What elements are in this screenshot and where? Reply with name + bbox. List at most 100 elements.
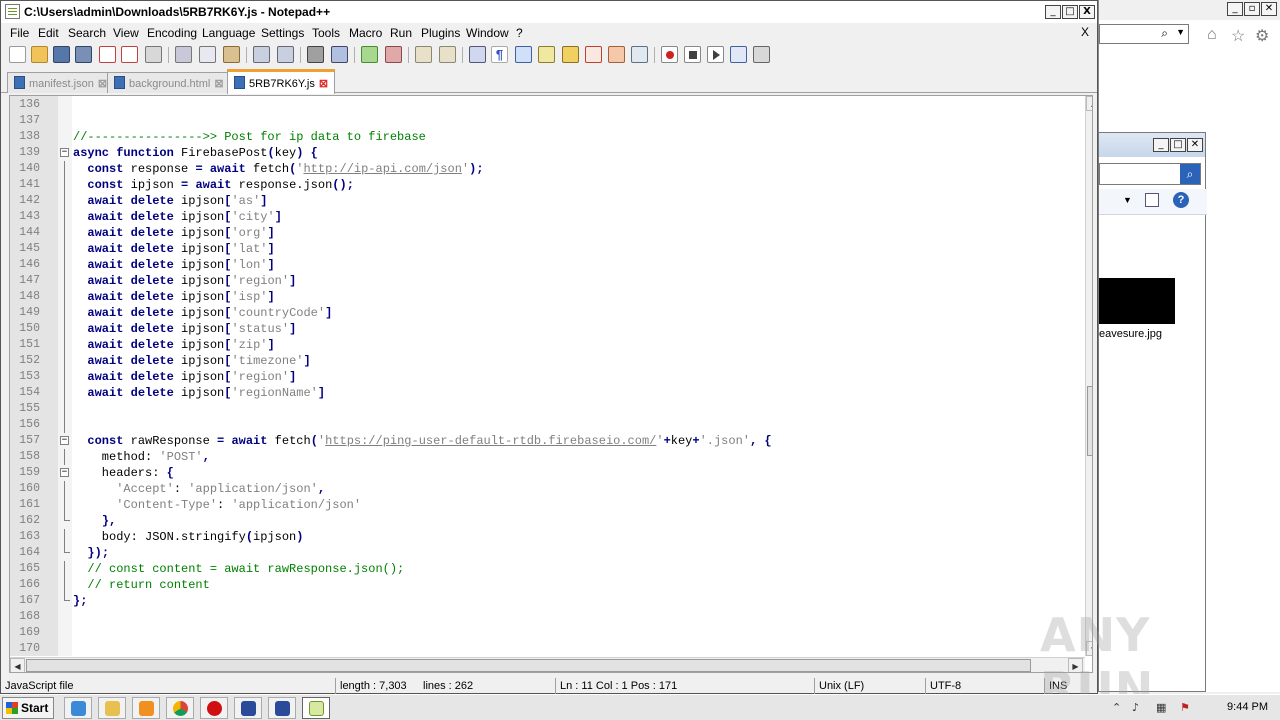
cut-icon[interactable] [175,46,192,63]
menu-run[interactable]: Run [390,26,412,40]
replace-icon[interactable] [331,46,348,63]
code-line[interactable]: 143 await delete ipjson['city'] [10,209,1078,225]
code-line[interactable]: 151 await delete ipjson['zip'] [10,337,1078,353]
indent-guide-icon[interactable] [515,46,532,63]
vertical-scroll-thumb[interactable] [1087,386,1092,456]
code-line[interactable]: 140 const response = await fetch('http:/… [10,161,1078,177]
taskbar-notepadpp[interactable] [302,697,330,719]
code-line[interactable]: 167}; [10,593,1078,609]
copy-icon[interactable] [199,46,216,63]
record-macro-icon[interactable] [661,46,678,63]
bg-explorer-minimize[interactable]: _ [1153,138,1169,152]
close-icon[interactable]: ⊠ [98,77,107,90]
menu-view[interactable]: View [113,26,139,40]
find-icon[interactable] [307,46,324,63]
show-all-chars-icon[interactable]: ¶ [491,46,508,63]
menu-search[interactable]: Search [68,26,106,40]
code-line[interactable]: 145 await delete ipjson['lat'] [10,241,1078,257]
playback-icon[interactable] [707,46,724,63]
taskbar-chrome[interactable] [166,697,194,719]
scroll-up-arrow[interactable]: ▲ [1086,96,1092,111]
bg-explorer-close[interactable]: ✕ [1187,138,1203,152]
taskbar-media-player[interactable] [132,697,160,719]
bg-address-bar[interactable]: ⌕ ▼ [1099,24,1189,44]
fold-toggle-icon[interactable]: − [60,436,69,445]
bg-explorer-maximize[interactable]: □ [1170,138,1186,152]
menu-settings[interactable]: Settings [261,26,304,40]
code-line[interactable]: 159 − headers: { [10,465,1078,481]
volume-icon[interactable]: ♪ [1132,701,1139,714]
code-line[interactable]: 147 await delete ipjson['region'] [10,273,1078,289]
code-editor[interactable]: 136 137 138 //---------------->> Post for i… [9,95,1093,673]
zoom-in-icon[interactable] [361,46,378,63]
code-line[interactable]: 165 // const content = await rawResponse… [10,561,1078,577]
bg-minimize-button[interactable]: _ [1227,2,1243,16]
undo-icon[interactable] [253,46,270,63]
menu-file[interactable]: File [10,26,29,40]
code-line[interactable]: 164 }); [10,545,1078,561]
network-icon[interactable]: ▦ [1156,701,1166,714]
menu-help[interactable]: ? [516,26,523,40]
open-file-icon[interactable] [31,46,48,63]
horizontal-scrollbar[interactable]: ◀ ▶ [10,657,1085,672]
code-line[interactable]: 157 − const rawResponse = await fetch('ht… [10,433,1078,449]
word-wrap-icon[interactable] [469,46,486,63]
close-all-icon[interactable] [121,46,138,63]
stop-record-icon[interactable] [684,46,701,63]
vertical-scrollbar[interactable]: ▲ ▼ [1085,96,1092,656]
taskbar-powershell-1[interactable] [234,697,262,719]
code-line[interactable]: 136 [10,97,1078,113]
menu-plugins[interactable]: Plugins [421,26,460,40]
code-line[interactable]: 163 body: JSON.stringify(ipjson) [10,529,1078,545]
maximize-button[interactable]: □ [1062,5,1078,19]
save-all-icon[interactable] [75,46,92,63]
code-line[interactable]: 169 [10,625,1078,641]
code-line[interactable]: 150 await delete ipjson['status'] [10,321,1078,337]
menu-language[interactable]: Language [202,26,255,40]
tray-chevron-icon[interactable]: ⌃ [1112,701,1121,714]
code-line[interactable]: 149 await delete ipjson['countryCode'] [10,305,1078,321]
code-line[interactable]: 152 await delete ipjson['timezone'] [10,353,1078,369]
menu-macro[interactable]: Macro [349,26,382,40]
menu-edit[interactable]: Edit [38,26,59,40]
chevron-down-icon[interactable]: ▼ [1123,195,1132,205]
code-line[interactable]: 168 [10,609,1078,625]
save-icon[interactable] [53,46,70,63]
print-icon[interactable] [145,46,162,63]
code-line[interactable]: 148 await delete ipjson['isp'] [10,289,1078,305]
menu-window[interactable]: Window [466,26,509,40]
sync-v-icon[interactable] [415,46,432,63]
code-line[interactable]: 153 await delete ipjson['region'] [10,369,1078,385]
close-icon[interactable] [99,46,116,63]
code-line[interactable]: 139 − async function FirebasePost(key) { [10,145,1078,161]
taskbar-powershell-2[interactable] [268,697,296,719]
zoom-out-icon[interactable] [385,46,402,63]
doc-map-icon[interactable] [538,46,555,63]
folder-workspace-icon[interactable] [585,46,602,63]
code-line[interactable]: 166 // return content [10,577,1078,593]
save-macro-icon[interactable] [753,46,770,63]
tab-background-html[interactable]: background.html ⊠ [107,72,231,93]
gear-icon[interactable]: ⚙ [1255,26,1269,46]
taskbar-explorer[interactable] [98,697,126,719]
fold-toggle-icon[interactable]: − [60,468,69,477]
code-line[interactable]: 137 [10,113,1078,129]
code-line[interactable]: 161 'Content-Type': 'application/json' [10,497,1078,513]
code-line[interactable]: 160 'Accept': 'application/json', [10,481,1078,497]
fold-toggle-icon[interactable]: − [60,148,69,157]
image-thumbnail[interactable] [1099,278,1175,324]
code-area[interactable]: 136 137 138 //---------------->> Post for i… [10,97,1078,657]
search-icon[interactable]: ⌕ [1180,164,1200,184]
preview-pane-icon[interactable] [1145,193,1159,207]
code-line[interactable]: 144 await delete ipjson['org'] [10,225,1078,241]
sync-h-icon[interactable] [439,46,456,63]
close-icon[interactable]: ⊠ [214,77,223,90]
scroll-left-arrow[interactable]: ◀ [10,658,25,672]
code-line[interactable]: 162 }, [10,513,1078,529]
redo-icon[interactable] [277,46,294,63]
action-center-icon[interactable]: ⚑ [1180,701,1190,714]
code-line[interactable]: 155 [10,401,1078,417]
tab-manifest-json[interactable]: manifest.json ⊠ [7,72,115,93]
code-line[interactable]: 146 await delete ipjson['lon'] [10,257,1078,273]
bg-explorer-search[interactable]: ⌕ [1099,163,1201,185]
